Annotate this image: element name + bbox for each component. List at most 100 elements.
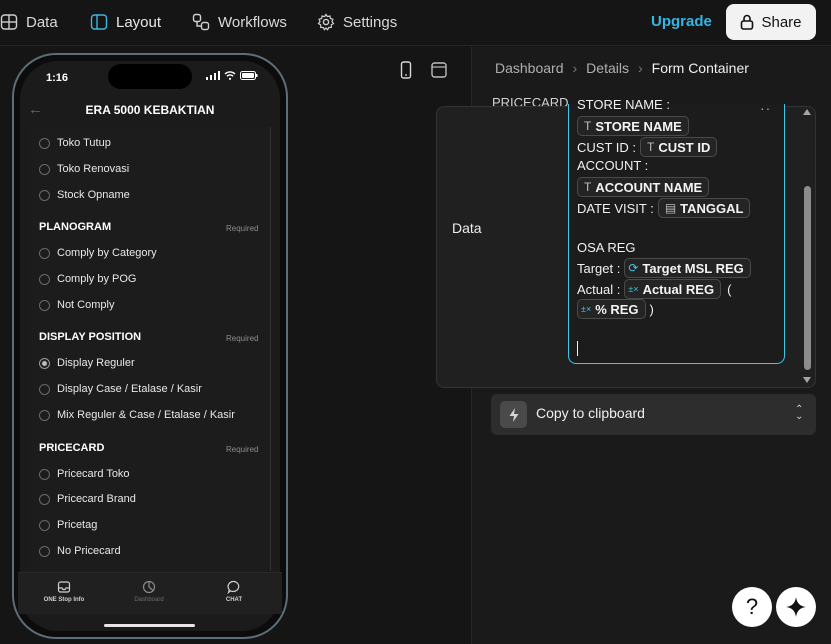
radio-option[interactable]: Not Comply: [39, 299, 114, 311]
nav-workflows[interactable]: Workflows: [192, 10, 287, 34]
radio-button[interactable]: [39, 383, 50, 395]
variable-chip[interactable]: T ACCOUNT NAME: [577, 177, 710, 197]
help-button[interactable]: ?: [732, 587, 772, 627]
tab-label: CHAT: [225, 597, 243, 603]
status-time: 1:16: [46, 72, 69, 84]
tab-chat[interactable]: CHAT: [204, 580, 264, 603]
chip-label: TANGGAL: [680, 200, 744, 216]
formula-icon: ±×: [581, 304, 592, 314]
lock-icon: [741, 14, 754, 30]
action-select-label: Copy to clipboard: [536, 405, 645, 421]
mobile-device-icon[interactable]: [398, 61, 414, 79]
dynamic-island: [108, 64, 192, 89]
radio-option[interactable]: Stock Opname: [39, 189, 130, 201]
nav-settings[interactable]: Settings: [317, 10, 397, 34]
line-text: DATE VISIT :: [577, 200, 654, 216]
nav-data-label: Data: [26, 13, 58, 31]
gear-icon: [317, 13, 335, 31]
popover-label: Data: [452, 220, 482, 236]
editor-line: T STORE NAME: [577, 116, 689, 136]
breadcrumb: Dashboard › Details › Form Container: [495, 60, 749, 76]
signal-icon: [206, 71, 220, 80]
upgrade-link[interactable]: Upgrade: [651, 13, 712, 30]
refresh-icon: ⟳: [628, 261, 639, 275]
radio-button[interactable]: [39, 468, 50, 480]
radio-option[interactable]: Comply by Category: [39, 247, 157, 259]
variable-chip[interactable]: ±× Actual REG: [624, 279, 722, 299]
option-label: Pricecard Brand: [57, 493, 136, 505]
radio-button[interactable]: [39, 493, 50, 505]
radio-button[interactable]: [39, 247, 50, 259]
option-label: No Pricecard: [57, 545, 121, 557]
radio-button[interactable]: [39, 519, 50, 531]
select-chevrons-icon: ⌃ ⌄: [795, 404, 804, 422]
radio-option[interactable]: Toko Tutup: [39, 137, 111, 149]
radio-option[interactable]: No Pricecard: [39, 545, 121, 557]
breadcrumb-current: Form Container: [651, 60, 749, 76]
share-button[interactable]: Share: [726, 4, 816, 40]
radio-button[interactable]: [39, 163, 50, 175]
option-label: Mix Reguler & Case / Etalase / Kasir: [57, 409, 235, 421]
text-type-icon: T: [584, 119, 592, 133]
variable-chip[interactable]: T CUST ID: [640, 137, 718, 157]
tab-dashboard[interactable]: Dashboard: [119, 580, 179, 603]
nav-data[interactable]: Data: [0, 10, 58, 34]
chip-label: Target MSL REG: [642, 260, 744, 276]
tab-one-stop-info[interactable]: ONE Stop Info: [34, 580, 94, 603]
editor-line: STORE NAME :: [577, 100, 670, 112]
editor-line: CUST ID : T CUST ID: [577, 137, 718, 157]
radio-option[interactable]: Pricetag: [39, 519, 97, 531]
radio-button-selected[interactable]: [39, 357, 50, 369]
scroll-up-arrow-icon[interactable]: [803, 109, 811, 115]
nav-settings-label: Settings: [343, 13, 398, 31]
editor-line: Target : ⟳ Target MSL REG: [577, 258, 751, 278]
tablet-device-icon[interactable]: [431, 61, 447, 79]
text-type-icon: T: [584, 180, 592, 194]
formula-icon: ±×: [628, 284, 639, 294]
chart-pie-icon: [142, 580, 156, 594]
variable-chip[interactable]: ±×% REG: [577, 299, 646, 319]
editor-line: ACCOUNT :: [577, 158, 648, 173]
app-title: ERA 5000 KEBAKTIAN: [85, 103, 215, 117]
scroll-down-arrow-icon[interactable]: [803, 377, 811, 383]
more-options-icon[interactable]: ··: [760, 100, 771, 116]
wifi-icon: [224, 71, 236, 80]
status-icons: [206, 71, 258, 80]
radio-option[interactable]: Pricecard Toko: [39, 468, 130, 480]
radio-option[interactable]: Display Reguler: [39, 357, 135, 369]
calendar-icon: ▤: [664, 201, 677, 215]
editor-line: Actual : ±× Actual REG(: [577, 279, 731, 299]
line-text: CUST ID :: [577, 139, 636, 155]
section-title-display-position: DISPLAY POSITION: [39, 331, 142, 343]
radio-option[interactable]: Pricecard Brand: [39, 493, 136, 505]
radio-button[interactable]: [39, 545, 50, 557]
breadcrumb-item[interactable]: Dashboard: [495, 60, 564, 76]
radio-button[interactable]: [39, 299, 50, 311]
radio-button[interactable]: [39, 189, 50, 201]
chip-label: % REG: [595, 301, 639, 317]
variable-chip[interactable]: T STORE NAME: [577, 116, 689, 136]
section-title-pricecard: PRICECARD: [39, 442, 105, 454]
line-text: Target :: [577, 260, 621, 276]
radio-button[interactable]: [39, 137, 50, 149]
radio-option[interactable]: Display Case / Etalase / Kasir: [39, 383, 202, 395]
radio-option[interactable]: Comply by POG: [39, 273, 136, 285]
radio-option[interactable]: Toko Renovasi: [39, 163, 129, 175]
nav-layout[interactable]: Layout: [90, 10, 161, 34]
radio-button[interactable]: [39, 273, 50, 285]
breadcrumb-item[interactable]: Details: [586, 60, 629, 76]
radio-button[interactable]: [39, 409, 50, 421]
radio-option[interactable]: Mix Reguler & Case / Etalase / Kasir: [39, 409, 235, 421]
variable-chip[interactable]: ⟳ Target MSL REG: [624, 258, 751, 278]
ai-assistant-button[interactable]: [776, 587, 816, 627]
nav-workflows-label: Workflows: [218, 13, 287, 31]
share-label: Share: [761, 13, 802, 31]
required-badge: Required: [226, 224, 259, 233]
text-type-icon: T: [647, 140, 655, 154]
layout-icon: [90, 14, 108, 30]
variable-chip[interactable]: ▤ TANGGAL: [657, 198, 751, 218]
chip-label: ACCOUNT NAME: [595, 179, 703, 195]
line-text: (: [727, 281, 732, 297]
scroll-thumb[interactable]: [804, 186, 811, 370]
editor-line: T ACCOUNT NAME: [577, 177, 710, 197]
